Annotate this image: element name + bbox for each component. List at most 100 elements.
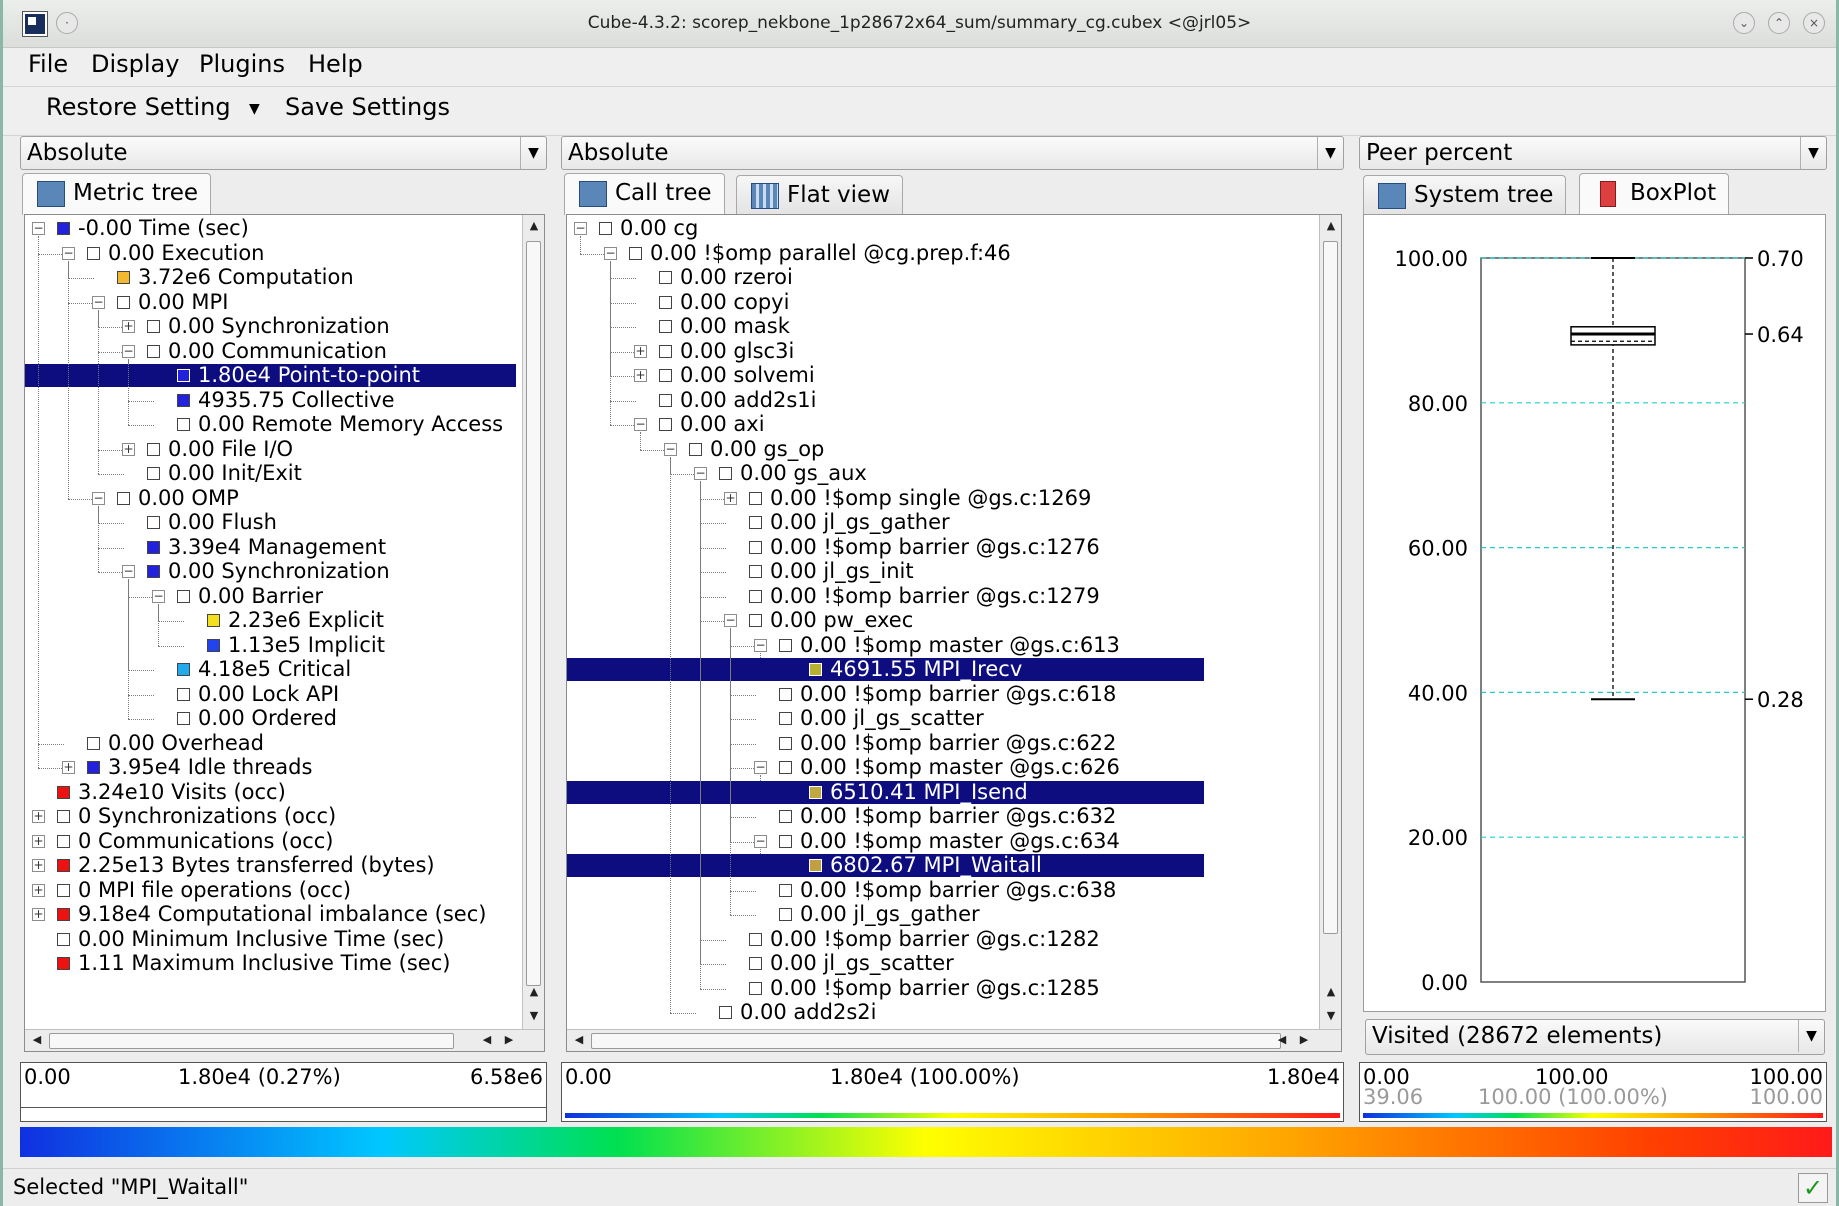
- scroll-left-icon[interactable]: ◀: [569, 1030, 589, 1050]
- metric-tree-row[interactable]: 3.39e4 Management: [25, 535, 544, 559]
- restore-setting-button[interactable]: Restore Setting: [46, 93, 231, 121]
- call-horizontal-scrollbar[interactable]: ◀ ◀ ▶: [567, 1029, 1341, 1051]
- collapse-icon[interactable]: −: [724, 614, 737, 627]
- collapse-icon[interactable]: −: [122, 565, 135, 578]
- scroll-down-icon[interactable]: ▼: [524, 1006, 544, 1026]
- metric-tree-row[interactable]: − -0.00 Time (sec): [25, 217, 544, 240]
- call-tree-row[interactable]: 0.00 !$omp barrier @gs.c:1285: [567, 976, 1341, 1000]
- checkmark-icon[interactable]: ✓: [1798, 1173, 1828, 1203]
- call-tree-row[interactable]: − 0.00 cg: [567, 217, 1341, 240]
- expand-icon[interactable]: +: [634, 369, 647, 382]
- call-tree-row[interactable]: +0.00 glsc3i: [567, 339, 1341, 363]
- close-button[interactable]: ×: [1803, 12, 1825, 34]
- scroll-up-icon[interactable]: ▲: [524, 982, 544, 1002]
- call-tree-row[interactable]: 0.00 !$omp barrier @gs.c:622: [567, 731, 1341, 755]
- metric-tree-panel[interactable]: − -0.00 Time (sec) −0.00 Execution 3.72e6 C…: [24, 214, 545, 1052]
- metric-tree-row[interactable]: 3.72e6 Computation: [25, 266, 544, 289]
- call-tree-row[interactable]: 0.00 !$omp barrier @gs.c:1282: [567, 927, 1341, 951]
- scroll-up-icon[interactable]: ▲: [1321, 216, 1341, 236]
- scroll-thumb[interactable]: [591, 1033, 1281, 1049]
- metric-tree-row[interactable]: − 0.00 Synchronization: [25, 560, 544, 583]
- call-tree-row[interactable]: 0.00 add2s1i: [567, 388, 1341, 412]
- system-mode-select[interactable]: Peer percent ▼: [1359, 136, 1827, 170]
- call-tree-row[interactable]: 0.00 rzeroi: [567, 266, 1341, 289]
- scroll-left-icon[interactable]: ◀: [27, 1030, 47, 1050]
- call-tree-row[interactable]: − 0.00 gs_aux: [567, 462, 1341, 485]
- call-tree-row[interactable]: +0.00 solvemi: [567, 364, 1341, 387]
- tab-metric-tree[interactable]: Metric tree: [22, 173, 212, 215]
- minimize-button[interactable]: ⌄: [1733, 12, 1755, 34]
- calltree-mode-select[interactable]: Absolute ▼: [561, 136, 1344, 170]
- metric-tree-row[interactable]: +2.25e13 Bytes transferred (bytes): [25, 854, 544, 877]
- metric-mode-select[interactable]: Absolute ▼: [20, 136, 547, 170]
- call-tree-row[interactable]: 0.00 jl_gs_scatter: [567, 707, 1341, 730]
- call-tree-panel[interactable]: −0.00 cg −0.00 !$omp parallel @cg.prep.f:…: [566, 214, 1342, 1052]
- metric-tree-row[interactable]: − 0.00 MPI: [25, 290, 544, 314]
- metric-tree-row[interactable]: 0.00 Minimum Inclusive Time (sec): [25, 927, 544, 951]
- metric-tree-row[interactable]: 1.13e5 Implicit: [25, 633, 544, 657]
- tab-flat-view[interactable]: Flat view: [736, 175, 904, 215]
- call-tree-row[interactable]: − 0.00 gs_op: [567, 437, 1341, 461]
- restore-dropdown-arrow-icon[interactable]: ▼: [249, 101, 260, 117]
- scroll-right-icon[interactable]: ▶: [499, 1030, 519, 1050]
- tab-boxplot[interactable]: BoxPlot: [1579, 173, 1730, 215]
- menu-help[interactable]: Help: [308, 50, 363, 78]
- call-vertical-scrollbar[interactable]: ▲ ▲ ▼: [1319, 215, 1341, 1029]
- call-tree-row[interactable]: 4691.55 MPI_Irecv: [567, 658, 1204, 681]
- call-tree-row[interactable]: − 0.00 pw_exec: [567, 609, 1341, 632]
- expand-icon[interactable]: +: [32, 908, 45, 921]
- collapse-icon[interactable]: −: [664, 442, 677, 456]
- call-tree-row[interactable]: 0.00 !$omp barrier @gs.c:638: [567, 878, 1341, 902]
- scroll-left-icon[interactable]: ◀: [1272, 1030, 1292, 1050]
- call-tree-row[interactable]: 0.00 jl_gs_scatter: [567, 952, 1341, 975]
- expand-icon[interactable]: +: [32, 834, 45, 848]
- save-settings-button[interactable]: Save Settings: [285, 93, 450, 121]
- metric-tree-row[interactable]: +9.18e4 Computational imbalance (sec): [25, 903, 544, 926]
- collapse-icon[interactable]: −: [152, 589, 165, 603]
- collapse-icon[interactable]: −: [574, 222, 587, 235]
- tab-system-tree[interactable]: System tree: [1363, 175, 1567, 215]
- expand-icon[interactable]: +: [62, 761, 75, 774]
- metric-tree-row[interactable]: 0.00 Lock API: [25, 682, 544, 706]
- collapse-icon[interactable]: −: [754, 761, 767, 774]
- scroll-up-icon[interactable]: ▲: [1321, 982, 1341, 1002]
- metric-tree-row[interactable]: +0 MPI file operations (occ): [25, 878, 544, 902]
- metric-tree-row[interactable]: 0.00 Overhead: [25, 731, 544, 755]
- collapse-icon[interactable]: −: [62, 246, 75, 260]
- call-tree-row[interactable]: 0.00 copyi: [567, 290, 1341, 314]
- call-tree-row[interactable]: − 0.00 axi: [567, 413, 1341, 436]
- call-tree-row[interactable]: − 0.00 !$omp master @gs.c:613: [567, 633, 1341, 657]
- expand-icon[interactable]: +: [122, 442, 135, 456]
- call-tree-row[interactable]: − 0.00 !$omp master @gs.c:634: [567, 829, 1341, 853]
- menu-file[interactable]: File: [28, 50, 68, 78]
- scroll-up-icon[interactable]: ▲: [524, 216, 544, 236]
- scroll-thumb[interactable]: [526, 241, 541, 986]
- collapse-icon[interactable]: −: [754, 638, 767, 652]
- collapse-icon[interactable]: −: [694, 467, 707, 480]
- call-tree-row[interactable]: 0.00 !$omp barrier @gs.c:1276: [567, 535, 1341, 559]
- call-tree-row[interactable]: 0.00 jl_gs_init: [567, 560, 1341, 583]
- metric-tree-row[interactable]: − 0.00 Communication: [25, 339, 544, 363]
- metric-tree-row[interactable]: 0.00 Remote Memory Access: [25, 413, 544, 436]
- call-tree-row[interactable]: − 0.00 !$omp parallel @cg.prep.f:46: [567, 241, 1341, 265]
- metric-tree-row[interactable]: 3.24e10 Visits (occ): [25, 780, 544, 804]
- expand-icon[interactable]: +: [32, 859, 45, 872]
- metric-tree-row[interactable]: +3.95e4 Idle threads: [25, 756, 544, 779]
- collapse-icon[interactable]: −: [32, 222, 45, 235]
- metric-tree-row[interactable]: 2.23e6 Explicit: [25, 609, 544, 632]
- scroll-thumb[interactable]: [1323, 241, 1338, 934]
- collapse-icon[interactable]: −: [122, 344, 135, 358]
- call-tree-row[interactable]: 0.00 jl_gs_gather: [567, 903, 1341, 926]
- expand-icon[interactable]: +: [122, 320, 135, 333]
- expand-icon[interactable]: +: [32, 810, 45, 823]
- call-tree-row[interactable]: 6802.67 MPI_Waitall: [567, 854, 1204, 877]
- call-tree-row[interactable]: +0.00 !$omp single @gs.c:1269: [567, 486, 1341, 510]
- maximize-button[interactable]: ⌃: [1768, 12, 1790, 34]
- collapse-icon[interactable]: −: [634, 418, 647, 431]
- metric-tree-row[interactable]: 0.00 Ordered: [25, 707, 544, 730]
- expand-icon[interactable]: +: [724, 491, 737, 505]
- collapse-icon[interactable]: −: [92, 295, 105, 309]
- metric-tree-row[interactable]: − 0.00 Barrier: [25, 584, 544, 608]
- scroll-left-icon[interactable]: ◀: [477, 1030, 497, 1050]
- call-tree-row[interactable]: 0.00 mask: [567, 315, 1341, 338]
